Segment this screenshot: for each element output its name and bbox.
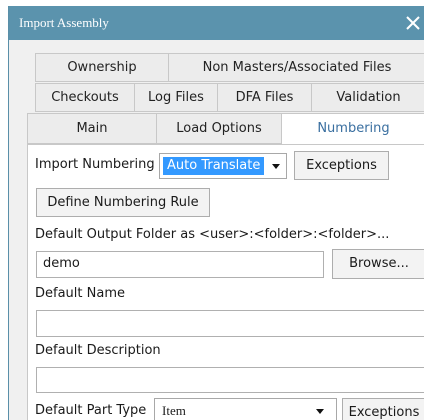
title-bar[interactable]: Import Assembly bbox=[9, 6, 424, 40]
define-numbering-rule-button[interactable]: Define Numbering Rule bbox=[36, 188, 210, 217]
chevron-down-icon[interactable] bbox=[272, 164, 280, 169]
exceptions-button[interactable]: Exceptions bbox=[294, 151, 389, 180]
tab-log-files[interactable]: Log Files bbox=[134, 83, 218, 112]
tab-validation[interactable]: Validation bbox=[311, 83, 424, 112]
tab-main[interactable]: Main bbox=[27, 113, 157, 144]
browse-button[interactable]: Browse... bbox=[332, 249, 424, 279]
tab-non-masters-associated-files[interactable]: Non Masters/Associated Files bbox=[168, 53, 424, 82]
tab-load-options[interactable]: Load Options bbox=[156, 113, 282, 144]
default-description-input[interactable] bbox=[36, 367, 424, 393]
tab-checkouts[interactable]: Checkouts bbox=[35, 83, 135, 112]
output-folder-label: Default Output Folder as <user>:<folder>… bbox=[35, 227, 390, 242]
import-numbering-value: Auto Translate bbox=[163, 157, 265, 175]
part-type-value: Item bbox=[162, 403, 186, 418]
default-name-input[interactable] bbox=[36, 310, 424, 337]
import-numbering-select[interactable]: Auto Translate bbox=[159, 153, 287, 179]
part-type-select[interactable]: Item bbox=[154, 398, 337, 420]
tab-numbering[interactable]: Numbering bbox=[281, 113, 424, 145]
numbering-panel: Import Numbering Auto Translate Exceptio… bbox=[27, 144, 424, 420]
close-icon[interactable] bbox=[402, 12, 424, 34]
tab-dfa-files[interactable]: DFA Files bbox=[217, 83, 312, 112]
window-title: Import Assembly bbox=[19, 15, 109, 30]
part-type-label: Default Part Type bbox=[35, 403, 147, 418]
output-folder-value: demo bbox=[43, 256, 80, 271]
import-assembly-dialog: Import Assembly Ownership Non Masters/As… bbox=[8, 6, 424, 420]
default-name-label: Default Name bbox=[35, 286, 125, 301]
import-numbering-label: Import Numbering bbox=[35, 157, 155, 172]
part-type-exceptions-button[interactable]: Exceptions bbox=[342, 398, 424, 420]
chevron-down-icon[interactable] bbox=[316, 409, 324, 414]
tab-ownership[interactable]: Ownership bbox=[35, 53, 169, 82]
default-description-label: Default Description bbox=[35, 343, 161, 358]
output-folder-input[interactable]: demo bbox=[36, 251, 324, 278]
